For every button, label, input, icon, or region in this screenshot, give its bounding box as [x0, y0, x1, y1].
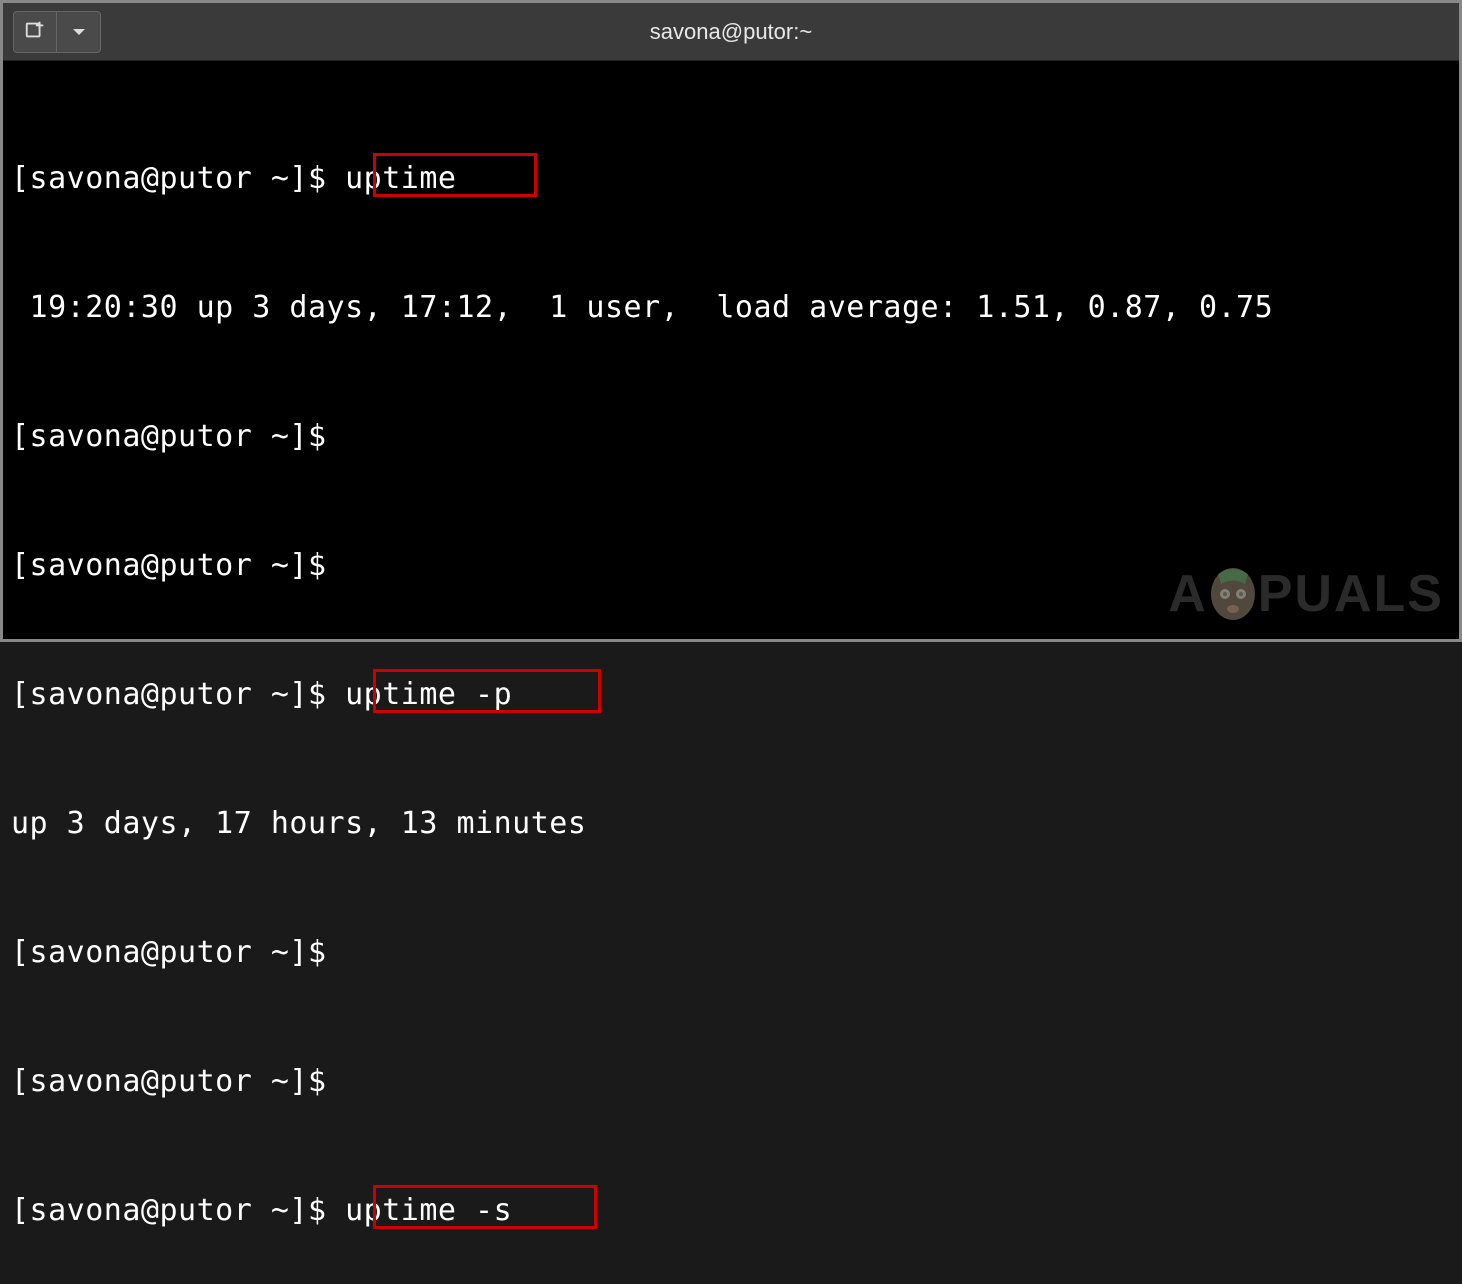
terminal-output: up 3 days, 17 hours, 13 minutes — [11, 802, 1451, 845]
terminal-output: 19:20:30 up 3 days, 17:12, 1 user, load … — [11, 286, 1451, 329]
command: uptime -s — [345, 1193, 512, 1228]
command: uptime — [345, 161, 456, 196]
prompt: [savona@putor ~]$ — [11, 1193, 345, 1228]
chevron-down-icon — [72, 22, 86, 41]
prompt: [savona@putor ~]$ — [11, 548, 345, 583]
terminal-line: [savona@putor ~]$ — [11, 1060, 1451, 1103]
prompt: [savona@putor ~]$ — [11, 161, 345, 196]
prompt: [savona@putor ~]$ — [11, 419, 345, 454]
window-title: savona@putor:~ — [650, 19, 812, 45]
tab-menu-button[interactable] — [57, 11, 101, 53]
terminal-area[interactable]: [savona@putor ~]$ uptime 19:20:30 up 3 d… — [3, 61, 1459, 639]
terminal-line: [savona@putor ~]$ uptime — [11, 157, 1451, 200]
command: uptime -p — [345, 677, 512, 712]
prompt: [savona@putor ~]$ — [11, 677, 345, 712]
titlebar: savona@putor:~ — [3, 3, 1459, 61]
terminal-line: [savona@putor ~]$ — [11, 931, 1451, 974]
new-tab-icon — [24, 19, 46, 45]
terminal-line: [savona@putor ~]$ uptime -s — [11, 1189, 1451, 1232]
terminal-line: [savona@putor ~]$ — [11, 544, 1451, 587]
prompt: [savona@putor ~]$ — [11, 1064, 345, 1099]
toolbar-buttons — [13, 11, 101, 53]
terminal-line: [savona@putor ~]$ uptime -p — [11, 673, 1451, 716]
new-tab-button[interactable] — [13, 11, 57, 53]
prompt: [savona@putor ~]$ — [11, 935, 345, 970]
terminal-line: [savona@putor ~]$ — [11, 415, 1451, 458]
